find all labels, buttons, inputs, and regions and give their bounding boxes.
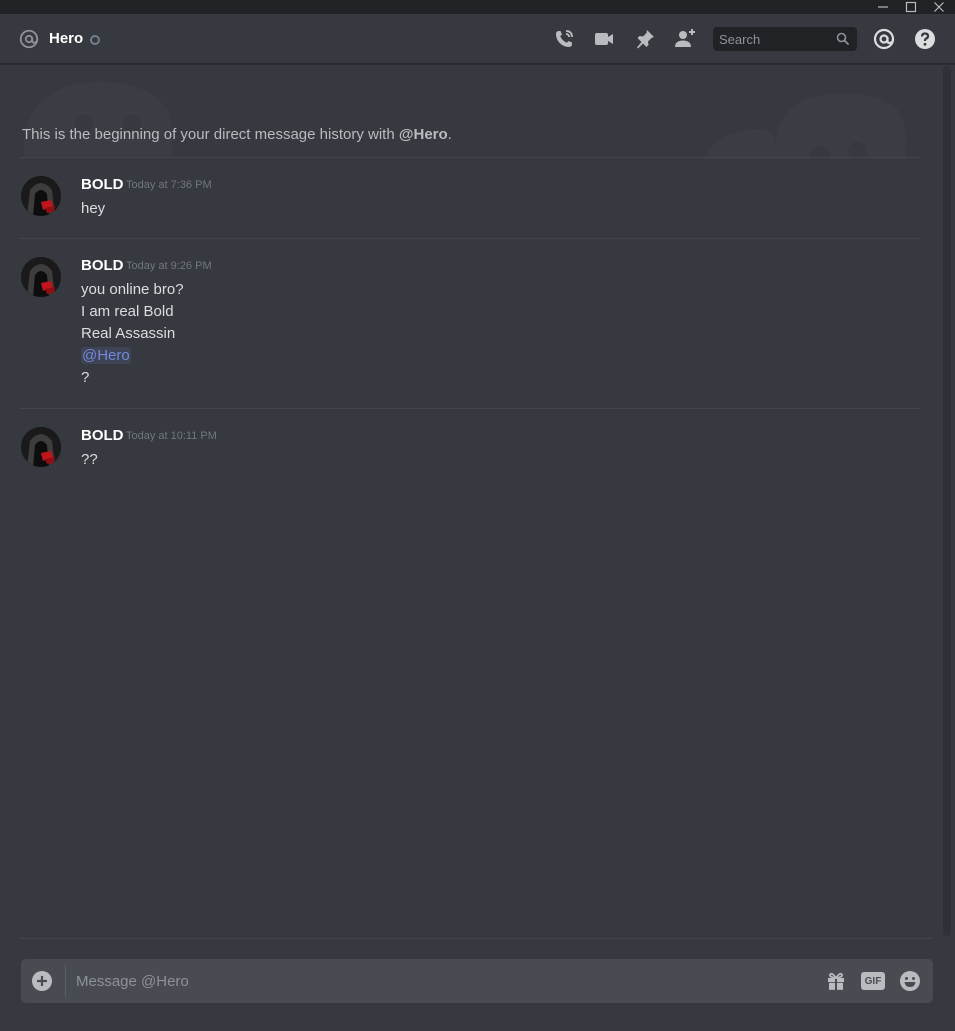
conversation-start-text: This is the beginning of your direct mes…: [22, 126, 452, 143]
close-icon[interactable]: [925, 0, 953, 14]
channel-name: Hero: [49, 30, 84, 47]
emoji-icon[interactable]: [898, 969, 922, 993]
message-composer[interactable]: GIF: [21, 959, 933, 1003]
message-text: hey: [81, 200, 106, 217]
window-titlebar: [0, 0, 955, 14]
avatar[interactable]: [21, 427, 61, 467]
search-icon[interactable]: [836, 32, 850, 51]
avatar[interactable]: [21, 257, 61, 297]
composer-divider: [20, 938, 932, 939]
help-icon[interactable]: [912, 26, 938, 52]
beginning-user-mention[interactable]: @Hero: [399, 126, 448, 143]
search-box[interactable]: [713, 27, 857, 51]
message-divider: [20, 157, 920, 158]
mentions-icon[interactable]: [871, 26, 897, 52]
minimize-icon[interactable]: [869, 0, 897, 14]
message-author[interactable]: BOLD: [81, 257, 124, 274]
channel-header: Hero: [0, 14, 955, 64]
message-text: I am real Bold: [81, 303, 174, 320]
message-list[interactable]: This is the beginning of your direct mes…: [0, 65, 940, 937]
message-timestamp: Today at 9:26 PM: [126, 260, 212, 272]
add-friend-icon[interactable]: [672, 26, 698, 52]
pin-icon[interactable]: [632, 26, 658, 52]
message-text: Real Assassin: [81, 325, 176, 342]
maximize-icon[interactable]: [897, 0, 925, 14]
wumpus-watermark-icon: [705, 93, 907, 159]
message-divider: [20, 238, 920, 239]
video-call-icon[interactable]: [591, 26, 617, 52]
message-text: you online bro?: [81, 281, 184, 298]
message-text-line: @Hero: [81, 347, 131, 364]
message-input[interactable]: [76, 959, 796, 1003]
search-input[interactable]: [713, 27, 833, 51]
at-sign-icon: [18, 28, 40, 50]
voice-call-icon[interactable]: [551, 26, 577, 52]
gif-icon[interactable]: GIF: [861, 969, 885, 993]
message-author[interactable]: BOLD: [81, 427, 124, 444]
scrollbar[interactable]: [943, 66, 951, 936]
message-author[interactable]: BOLD: [81, 176, 124, 193]
message-timestamp: Today at 10:11 PM: [126, 430, 217, 442]
composer-separator: [65, 965, 66, 997]
beginning-prefix: This is the beginning of your direct mes…: [22, 126, 399, 143]
wumpus-watermark-icon: [24, 82, 172, 158]
beginning-suffix: .: [447, 126, 452, 143]
offline-status-icon: [90, 35, 100, 45]
message-text: ?: [81, 369, 90, 386]
message-timestamp: Today at 7:36 PM: [126, 179, 212, 191]
user-mention[interactable]: @Hero: [81, 347, 131, 364]
gif-label: GIF: [864, 975, 882, 987]
message-divider: [20, 408, 920, 409]
avatar[interactable]: [21, 176, 61, 216]
message-text: ??: [81, 451, 98, 468]
add-attachment-icon[interactable]: [31, 970, 53, 992]
gift-icon[interactable]: [824, 969, 848, 993]
